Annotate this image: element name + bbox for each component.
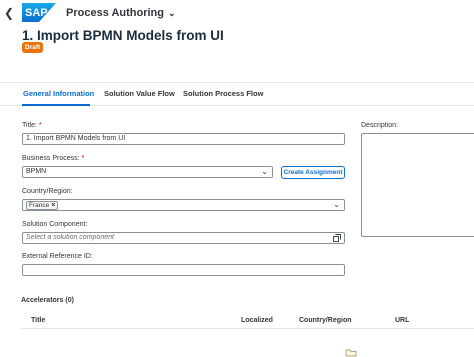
business-process-label: Business Process: * — [22, 155, 85, 162]
sap-logo[interactable]: SAP — [22, 3, 56, 22]
description-textarea[interactable] — [361, 133, 474, 237]
solution-component-input[interactable]: Select a solution component — [22, 232, 345, 244]
description-label: Description: — [361, 122, 398, 129]
country-region-label: Country/Region: — [22, 188, 73, 195]
folder-icon — [345, 349, 357, 357]
title-input[interactable]: 1. Import BPMN Models from UI — [22, 133, 345, 145]
business-process-select[interactable]: BPMN ⌄ — [22, 166, 273, 178]
external-reference-input[interactable] — [22, 264, 345, 276]
value-help-icon[interactable] — [333, 234, 341, 242]
logo-text: SAP — [25, 7, 48, 19]
chevron-down-icon: ⌄ — [261, 167, 268, 176]
remove-token-icon[interactable]: × — [51, 202, 55, 209]
external-reference-label: External Reference ID: — [22, 253, 93, 260]
back-icon[interactable]: ❮ — [4, 6, 16, 20]
column-country-region[interactable]: Country/Region — [299, 317, 352, 324]
shell-bar: ❮ SAP Process Authoring ⌄ — [0, 0, 474, 26]
country-region-multiselect[interactable]: France × ⌄ — [22, 199, 345, 211]
accelerators-table-body — [21, 329, 474, 357]
app-title: Process Authoring — [66, 7, 164, 19]
page-title: 1. Import BPMN Models from UI — [22, 28, 224, 43]
chevron-down-icon: ⌄ — [168, 7, 176, 18]
solution-component-label: Solution Component: — [22, 221, 88, 228]
tab-general-information[interactable]: General Information — [23, 89, 94, 98]
tab-solution-value-flow[interactable]: Solution Value Flow — [104, 89, 175, 98]
app-title-menu[interactable]: Process Authoring ⌄ — [66, 6, 176, 20]
tab-bar: General Information Solution Value Flow … — [0, 82, 474, 106]
create-assignment-button[interactable]: Create Assignment — [281, 166, 345, 179]
accelerators-title: Accelerators (0) — [21, 297, 74, 304]
active-tab-indicator — [22, 104, 90, 106]
title-label: Title: * — [22, 122, 42, 129]
accelerators-table-header: Title Localized Country/Region URL — [21, 313, 474, 329]
column-title[interactable]: Title — [31, 317, 45, 324]
country-token: France × — [26, 201, 59, 210]
tab-solution-process-flow[interactable]: Solution Process Flow — [183, 89, 263, 98]
column-url[interactable]: URL — [395, 317, 409, 324]
column-localized[interactable]: Localized — [241, 317, 273, 324]
chevron-down-icon: ⌄ — [333, 200, 340, 209]
status-badge: Draft — [22, 42, 44, 53]
object-header: 1. Import BPMN Models from UI Draft — [0, 26, 474, 82]
